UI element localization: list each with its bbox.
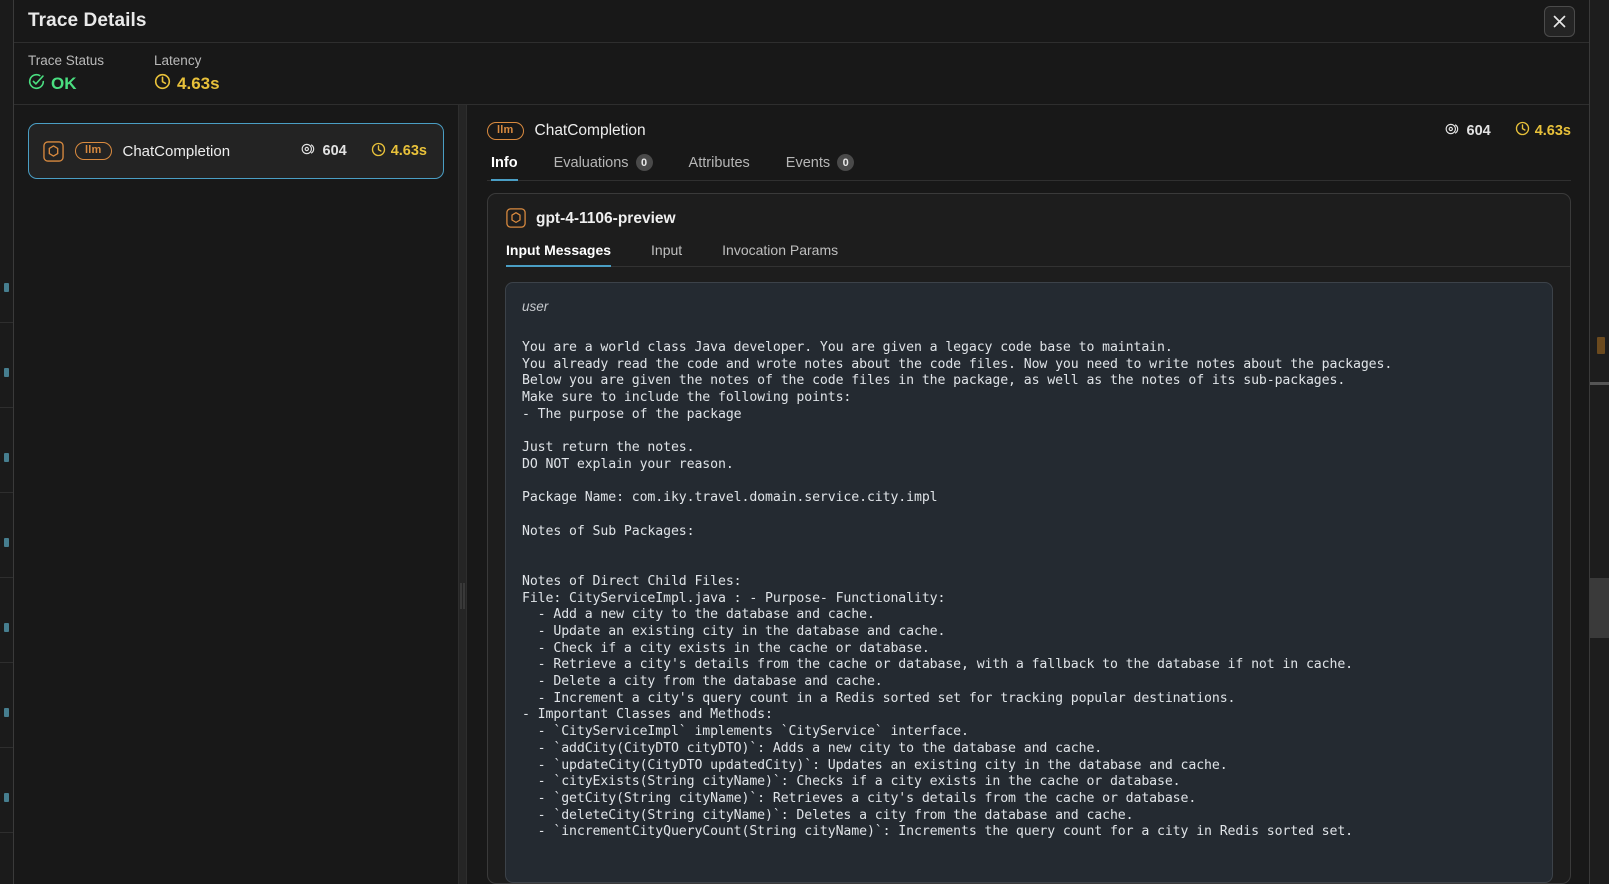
clock-icon <box>154 73 171 95</box>
span-kind-badge: llm <box>487 121 524 140</box>
tab-attributes-label: Attributes <box>688 155 750 171</box>
background-divider <box>0 832 13 833</box>
span-token-metric: 604 <box>301 142 347 160</box>
modal-body: llm ChatCompletion 604 4.63s llm ChatCom… <box>14 105 1589 884</box>
span-latency-metric: 4.63s <box>371 142 427 161</box>
background-chip <box>1597 337 1605 354</box>
span-list-pane: llm ChatCompletion 604 4.63s <box>14 105 458 884</box>
model-card: gpt-4-1106-preview Input Messages Input … <box>487 193 1571 884</box>
background-divider <box>0 492 13 493</box>
model-title-row: gpt-4-1106-preview <box>506 208 1570 229</box>
tab-events-badge: 0 <box>837 154 855 171</box>
message-card-user: user You are a world class Java develope… <box>505 282 1553 883</box>
span-detail-pane: llm ChatCompletion 604 4.63s Info Evalua… <box>467 105 1589 884</box>
tab-events-label: Events <box>785 154 831 171</box>
model-card-header: gpt-4-1106-preview Input Messages Input … <box>488 194 1570 267</box>
tab-info[interactable]: Info <box>487 155 536 181</box>
subtab-input-label: Input <box>651 242 683 258</box>
detail-content-scroll[interactable]: gpt-4-1106-preview Input Messages Input … <box>467 181 1589 884</box>
tab-attributes[interactable]: Attributes <box>671 155 768 180</box>
clock-icon <box>371 142 386 161</box>
tab-events[interactable]: Events 0 <box>768 154 872 180</box>
detail-latency-text: 4.63s <box>1534 122 1571 139</box>
pane-resizer[interactable] <box>458 105 467 884</box>
latency-text: 4.63s <box>177 74 220 93</box>
background-chip <box>1590 578 1609 638</box>
trace-status-block: Trace Status OK <box>28 53 104 95</box>
subtab-input-messages[interactable]: Input Messages <box>506 242 631 267</box>
tab-evaluations-badge: 0 <box>635 154 653 171</box>
messages-container: user You are a world class Java develope… <box>488 267 1570 883</box>
background-fragment <box>4 453 9 462</box>
background-fragment <box>4 368 9 377</box>
trace-summary-bar: Trace Status OK Latency 4.63s <box>14 43 1589 105</box>
background-fragment <box>4 793 9 802</box>
page-title: Trace Details <box>28 10 147 31</box>
background-fragment <box>4 623 9 632</box>
background-fragment <box>4 538 9 547</box>
latency-value-row: 4.63s <box>154 73 220 95</box>
background-divider <box>0 322 13 323</box>
tab-evaluations-label: Evaluations <box>553 154 629 171</box>
message-role: user <box>522 299 549 314</box>
span-detail-header: llm ChatCompletion 604 4.63s Info Evalua… <box>467 105 1589 181</box>
modal-titlebar: Trace Details <box>14 0 1589 43</box>
background-fragment <box>4 283 9 292</box>
clock-icon <box>1515 121 1530 140</box>
background-right-column <box>1590 0 1609 884</box>
subtab-input[interactable]: Input <box>631 242 702 266</box>
span-kind-badge: llm <box>75 142 112 160</box>
close-button[interactable] <box>1544 6 1575 37</box>
detail-latency-metric: 4.63s <box>1515 121 1571 140</box>
latency-block: Latency 4.63s <box>154 53 220 95</box>
background-divider <box>0 662 13 663</box>
span-list-item-chatcompletion[interactable]: llm ChatCompletion 604 4.63s <box>28 123 444 179</box>
trace-status-label: Trace Status <box>28 53 105 68</box>
subtab-input-messages-label: Input Messages <box>506 242 612 258</box>
detail-token-count: 604 <box>1466 122 1491 139</box>
background-divider <box>0 407 13 408</box>
span-detail-title-row: llm ChatCompletion 604 4.63s <box>487 121 1571 140</box>
message-content: You are a world class Java developer. Yo… <box>522 340 1393 840</box>
hexagon-icon <box>43 140 64 162</box>
background-divider <box>0 577 13 578</box>
tokens-icon <box>301 142 318 160</box>
detail-tabs: Info Evaluations 0 Attributes Events 0 <box>487 154 1571 181</box>
trace-status-value-row: OK <box>28 73 104 95</box>
detail-token-metric: 604 <box>1445 122 1491 140</box>
subtab-invocation-params[interactable]: Invocation Params <box>702 242 858 266</box>
check-circle-icon <box>28 73 45 95</box>
close-icon <box>1553 15 1566 28</box>
model-subtabs: Input Messages Input Invocation Params <box>506 242 1570 267</box>
tokens-icon <box>1445 122 1462 140</box>
background-divider <box>0 747 13 748</box>
background-chip <box>1590 382 1609 385</box>
hexagon-icon <box>506 208 527 229</box>
trace-details-modal: Trace Details Trace Status OK Latency 4.… <box>13 0 1590 884</box>
tab-evaluations[interactable]: Evaluations 0 <box>536 154 671 180</box>
model-name: gpt-4-1106-preview <box>536 209 676 227</box>
subtab-invocation-params-label: Invocation Params <box>722 242 839 258</box>
span-name: ChatCompletion <box>122 142 231 160</box>
tab-info-label: Info <box>491 155 518 171</box>
span-latency-text: 4.63s <box>390 143 427 159</box>
span-detail-title: ChatCompletion <box>534 121 646 139</box>
background-fragment <box>4 708 9 717</box>
latency-label: Latency <box>154 53 202 68</box>
trace-status-text: OK <box>51 74 77 93</box>
span-token-count: 604 <box>322 143 347 159</box>
resizer-grip-icon <box>460 583 465 609</box>
